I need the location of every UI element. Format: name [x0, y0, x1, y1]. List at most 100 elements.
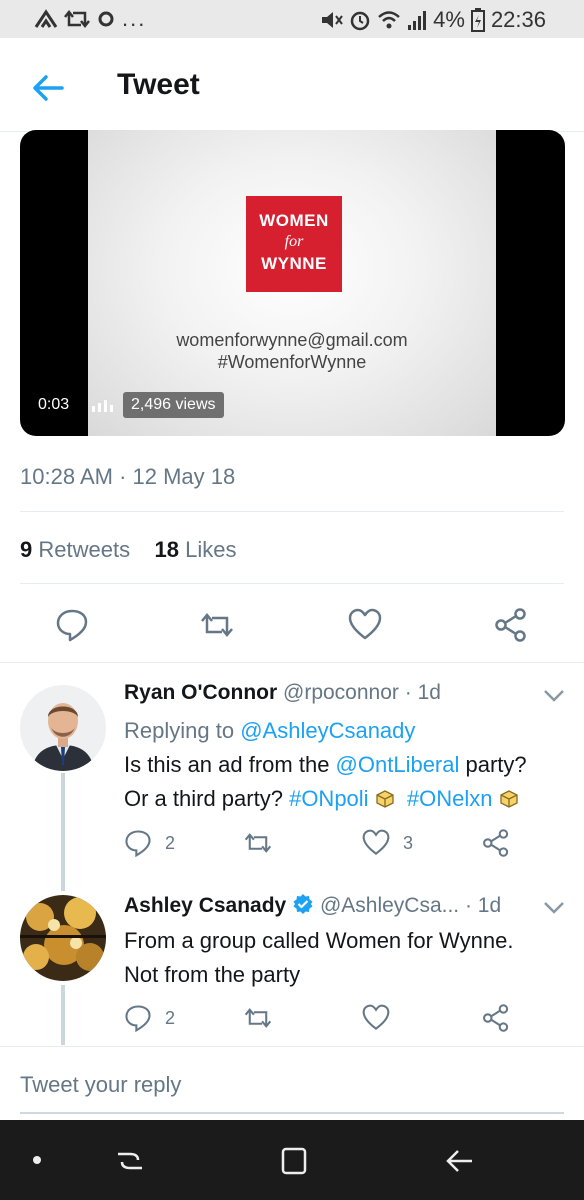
logo-line-wynne: WYNNE: [261, 254, 327, 273]
reply-text: From a group called Women for Wynne. Not…: [124, 924, 574, 992]
retweet-icon: [244, 1008, 272, 1028]
reply-icon: [125, 1005, 151, 1032]
replying-to: Replying to @AshleyCsanady: [124, 714, 415, 748]
avatar[interactable]: [20, 685, 106, 771]
battery-percent: 4%: [433, 7, 465, 32]
retweets-count: 9: [20, 537, 33, 562]
like-button[interactable]: [362, 1003, 390, 1033]
notification-icon: [34, 9, 58, 28]
avatar-image: [20, 685, 106, 771]
share-button[interactable]: [482, 1003, 510, 1033]
reply-text-part: Or a third party?: [124, 786, 290, 811]
audio-level-icon: [92, 400, 113, 412]
reply-button[interactable]: 2: [124, 1003, 175, 1033]
likes-stat[interactable]: 18 Likes: [155, 537, 237, 562]
system-nav-bar: [0, 1120, 584, 1200]
retweet-icon: [244, 833, 272, 853]
logo-line-women: WOMEN: [259, 211, 329, 230]
reply-header: Ryan O'Connor @rpoconnor · 1d: [124, 681, 441, 705]
thread-line: [61, 773, 65, 891]
logo-line-for: for: [284, 233, 304, 250]
likes-count: 18: [154, 537, 180, 562]
author-handle[interactable]: @rpoconnor: [283, 681, 399, 704]
hashtag-link[interactable]: #ONpoli: [289, 786, 368, 811]
video-player[interactable]: WOMEN for WYNNE womenforwynne@gmail.com …: [20, 130, 565, 436]
share-button[interactable]: [482, 828, 510, 858]
reply-count: 2: [165, 832, 176, 853]
video-email: womenforwynne@gmail.com: [176, 330, 408, 350]
retweet-button[interactable]: [243, 1003, 273, 1033]
share-icon[interactable]: [494, 608, 528, 642]
thread-line: [61, 985, 65, 1045]
reply-age: · 1d: [464, 894, 502, 917]
mention-link[interactable]: @OntLiberal: [336, 752, 460, 777]
status-left: ...: [34, 6, 146, 32]
ballot-box-emoji-icon: [499, 790, 518, 808]
author-handle[interactable]: @AshleyCsa...: [320, 894, 459, 917]
ballot-box-emoji-icon: [376, 790, 394, 808]
like-button[interactable]: 3: [362, 828, 413, 858]
hashtag-link[interactable]: #ONelxn: [407, 786, 493, 811]
reply-button[interactable]: 2: [124, 828, 175, 858]
author-name[interactable]: Ryan O'Connor: [124, 681, 277, 704]
status-bar: ... 4% 22:36: [0, 0, 584, 38]
video-elapsed: 0:03: [38, 396, 70, 413]
signal-icon: [408, 11, 427, 30]
reply-input-underline: [20, 1112, 564, 1114]
video-views: 2,496 views: [123, 392, 224, 418]
more-notifications: ...: [122, 6, 147, 31]
reply-input[interactable]: Tweet your reply: [20, 1072, 181, 1098]
divider: [20, 511, 564, 512]
video-hashtag: #WomenforWynne: [217, 352, 367, 372]
dot-icon: [98, 11, 114, 27]
likes-label: Likes: [185, 537, 237, 562]
share-icon: [483, 1004, 509, 1032]
retweet-button[interactable]: [243, 828, 273, 858]
reply-text-part: Is this an ad from the: [124, 752, 336, 777]
separator: [0, 662, 584, 663]
reply-text-line: From a group called Women for Wynne.: [124, 928, 514, 953]
retweet-notif-icon: [64, 9, 90, 29]
recent-apps-icon[interactable]: [116, 1146, 144, 1176]
replying-prefix: Replying to: [124, 718, 235, 743]
reply-text-part: party?: [459, 752, 527, 777]
tweet-actions: [0, 600, 584, 650]
tweet-timestamp: 10:28 AM · 12 May 18: [20, 464, 236, 489]
clock: 22:36: [490, 7, 546, 32]
reply-icon: [125, 830, 151, 857]
retweets-stat[interactable]: 9 Retweets: [20, 537, 130, 562]
back-icon[interactable]: [444, 1146, 474, 1176]
like-icon[interactable]: [348, 608, 382, 642]
reply-header: Ashley Csanady @AshleyCsa... · 1d: [124, 893, 501, 918]
retweet-icon[interactable]: [200, 608, 234, 642]
share-icon: [483, 829, 509, 857]
like-icon: [362, 829, 390, 855]
chevron-down-icon[interactable]: [543, 689, 565, 703]
women-for-wynne-logo: WOMEN for WYNNE: [246, 196, 342, 292]
reply-icon[interactable]: [55, 608, 89, 642]
nav-dot-icon: [33, 1156, 41, 1164]
reply-text-line: Not from the party: [124, 962, 301, 987]
like-count: 3: [403, 832, 414, 853]
alarm-icon: [350, 11, 370, 31]
page-title: Tweet: [117, 68, 200, 101]
author-name[interactable]: Ashley Csanady: [124, 894, 286, 917]
home-icon[interactable]: [280, 1146, 308, 1176]
separator: [0, 1046, 584, 1047]
header: Tweet: [0, 38, 584, 132]
mute-icon: [322, 12, 343, 28]
retweets-label: Retweets: [38, 537, 131, 562]
reply-count: 2: [165, 1007, 176, 1028]
tweet-stats: 9 Retweets 18 Likes: [20, 537, 237, 563]
wifi-icon: [378, 11, 400, 29]
chevron-down-icon[interactable]: [543, 901, 565, 915]
divider: [20, 583, 564, 584]
verified-badge-icon: [293, 894, 313, 914]
replying-handle-link[interactable]: @AshleyCsanady: [240, 718, 415, 743]
back-arrow-icon[interactable]: [30, 70, 66, 106]
avatar[interactable]: [20, 895, 106, 981]
like-icon: [362, 1004, 390, 1030]
battery-icon: [470, 8, 485, 32]
video-frame: WOMEN for WYNNE womenforwynne@gmail.com …: [88, 130, 496, 436]
avatar-image: [20, 895, 106, 981]
